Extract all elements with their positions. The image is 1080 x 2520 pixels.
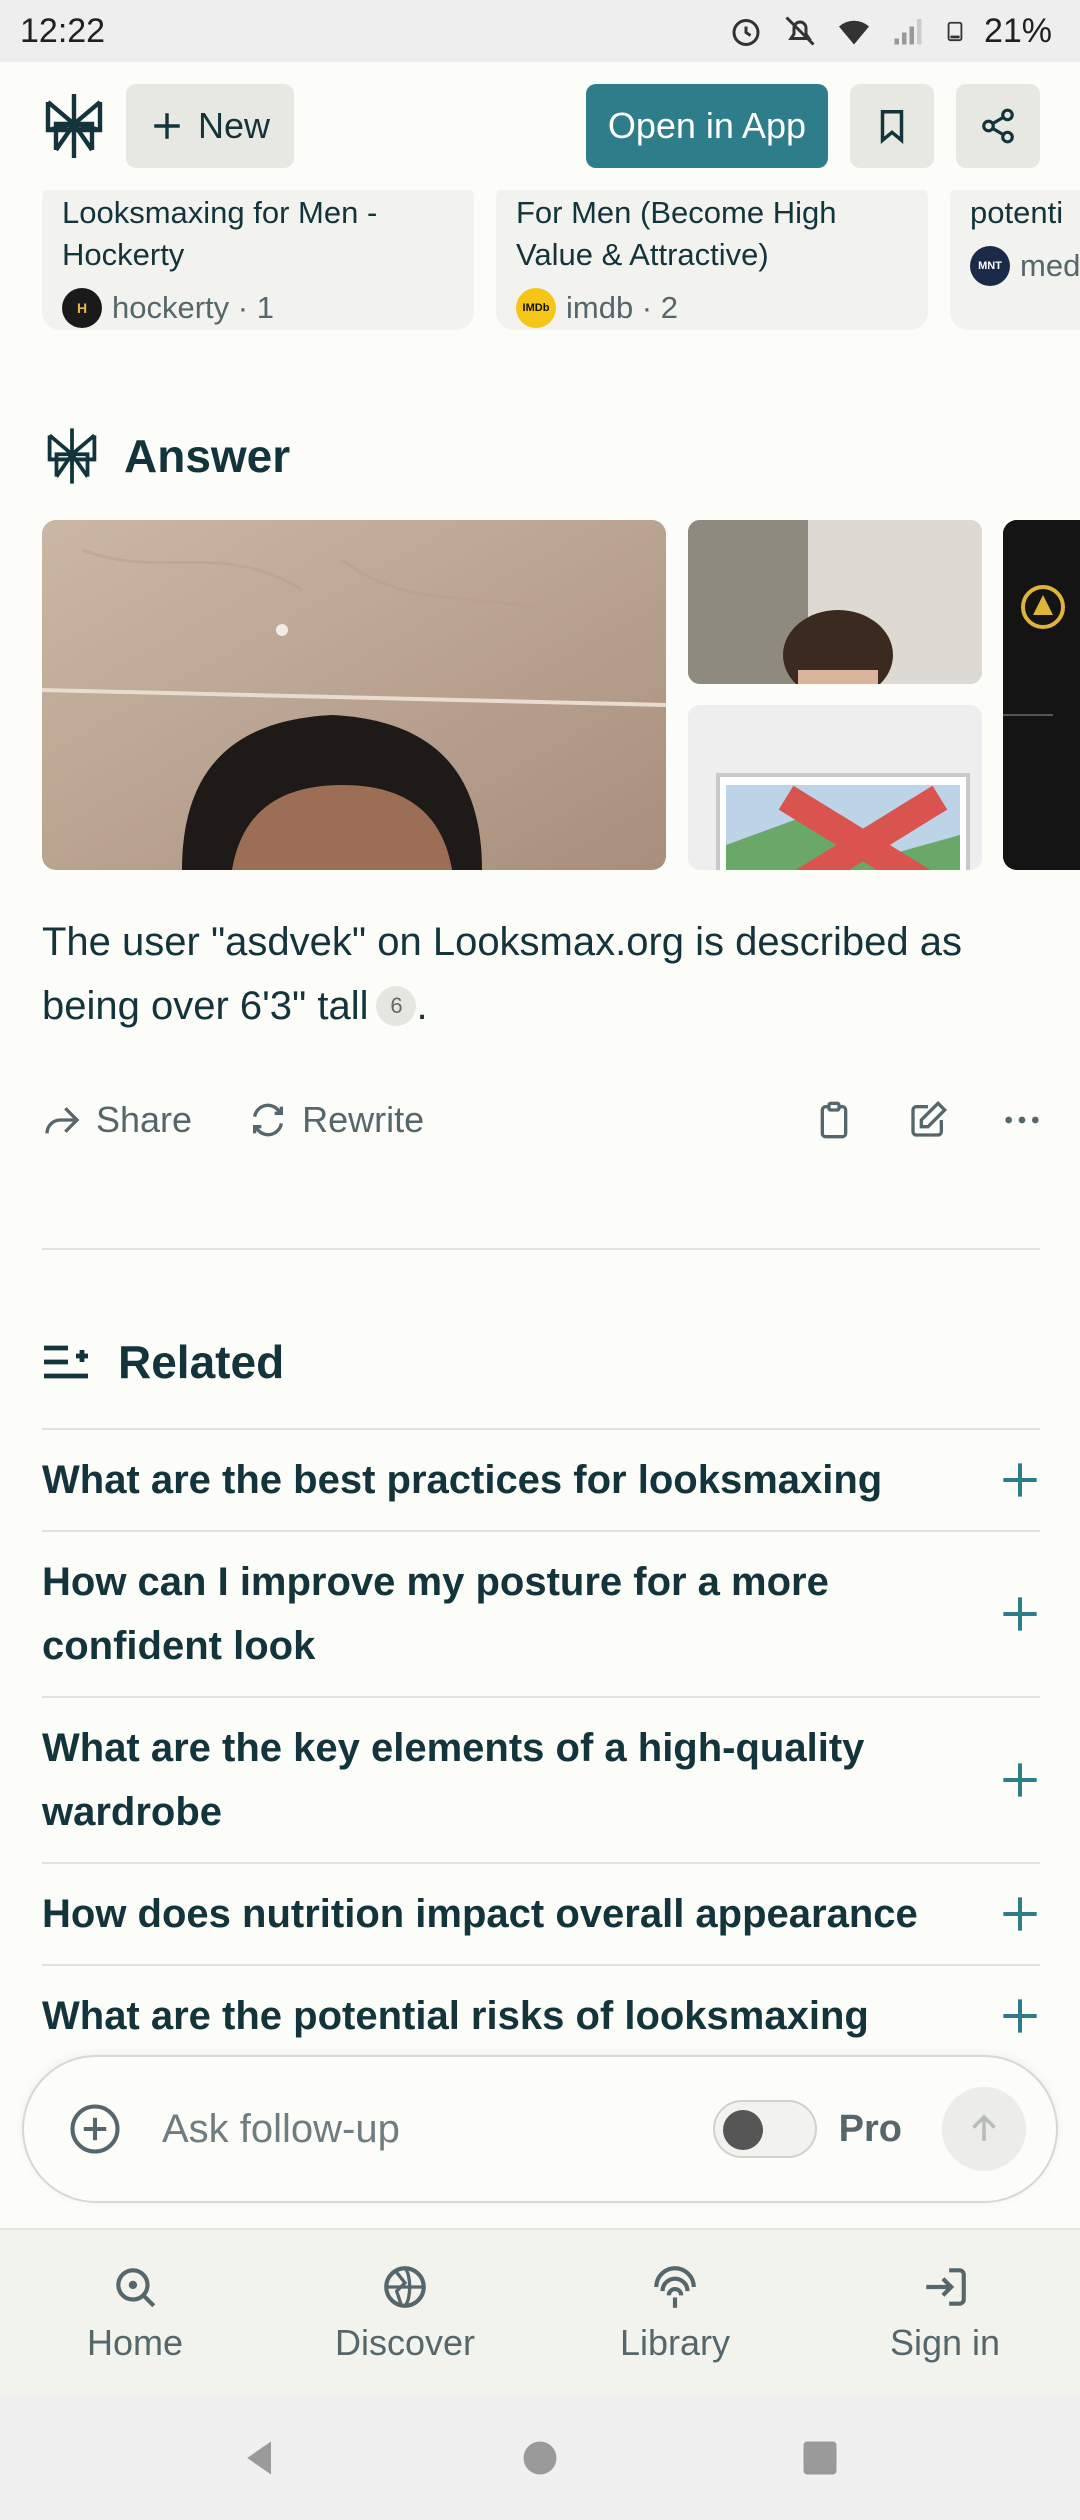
new-button-label: New — [198, 105, 271, 146]
nav-library[interactable]: Library — [575, 2262, 775, 2364]
related-heading: Related — [42, 1335, 284, 1389]
status-bar: 12:22 21% — [0, 0, 1080, 62]
answer-title: Answer — [124, 430, 291, 482]
share-header-button[interactable] — [956, 84, 1040, 168]
answer-actions: Share Rewrite — [42, 1085, 1042, 1155]
answer-image-bottom[interactable] — [688, 705, 982, 870]
related-question: How can I improve my posture for a more … — [42, 1560, 829, 1668]
status-icons: 21% — [728, 12, 1052, 51]
plus-icon — [1003, 1999, 1037, 2033]
mnt-icon: MNT — [970, 246, 1010, 286]
pro-toggle[interactable] — [712, 2100, 817, 2158]
toggle-knob — [722, 2110, 763, 2150]
library-icon — [654, 2266, 696, 2308]
share-nodes-icon — [982, 108, 1014, 144]
followup-bar: Ask follow-up Pro — [22, 2055, 1058, 2203]
nav-library-label: Library — [619, 2322, 731, 2363]
source-card[interactable]: Looksmaxing for Men - Hockerty H hockert… — [42, 190, 474, 330]
related-list-icon — [44, 1345, 88, 1379]
back-icon[interactable] — [238, 2436, 282, 2480]
related-item[interactable]: What are the key elements of a high-qual… — [42, 1696, 1040, 1862]
plus-icon — [154, 113, 180, 139]
rewrite-icon — [253, 1103, 284, 1137]
related-question: What are the best practices for looksmax… — [42, 1458, 883, 1502]
perplexity-logo-icon[interactable] — [40, 90, 108, 162]
arrow-up-icon — [972, 2114, 996, 2141]
related-title: Related — [118, 1336, 285, 1388]
plus-icon — [1003, 1897, 1037, 1931]
related-item[interactable]: How can I improve my posture for a more … — [42, 1530, 1040, 1696]
battery-icon — [947, 21, 963, 42]
plus-icon — [1003, 1597, 1037, 1631]
answer-image-main[interactable] — [42, 520, 666, 870]
source-title: For Men (Become High Value & Attractive) — [516, 195, 837, 272]
source-card[interactable]: For Men (Become High Value & Attractive)… — [496, 190, 928, 330]
nav-signin-label: Sign in — [889, 2322, 1001, 2363]
source-title: potenti — [970, 195, 1064, 230]
plus-icon — [1003, 1763, 1037, 1797]
battery-percent: 21% — [983, 11, 1052, 50]
followup-input[interactable]: Ask follow-up — [162, 2107, 713, 2152]
related-item[interactable]: What are the best practices for looksmax… — [42, 1428, 1040, 1530]
new-thread-button[interactable]: New — [126, 84, 295, 168]
system-nav — [0, 2396, 1080, 2520]
answer-image-top[interactable] — [688, 520, 982, 684]
imdb-icon: IMDb — [516, 288, 556, 328]
plus-icon — [1003, 1463, 1037, 1497]
edit-pencil-icon[interactable] — [908, 1100, 948, 1140]
source-card[interactable]: potenti MNT med — [950, 190, 1080, 330]
perplexity-answer-icon — [47, 428, 97, 484]
nav-signin[interactable]: Sign in — [845, 2262, 1045, 2364]
source-cards: Looksmaxing for Men - Hockerty H hockert… — [0, 190, 1080, 340]
home-search-icon — [116, 2268, 156, 2308]
nav-home[interactable]: Home — [35, 2262, 235, 2364]
wifi-icon — [838, 20, 869, 45]
alarm-icon — [732, 19, 760, 46]
more-options-icon[interactable] — [1002, 1100, 1042, 1140]
related-item[interactable]: What are the potential risks of looksmax… — [42, 1964, 1040, 2066]
send-button[interactable] — [942, 2087, 1026, 2171]
answer-end-punct: . — [416, 984, 428, 1028]
sign-in-icon — [926, 2268, 966, 2306]
add-attachment-icon[interactable] — [68, 2102, 122, 2156]
hockerty-icon: H — [62, 288, 102, 328]
nav-home-label: Home — [86, 2322, 184, 2363]
signal-icon — [894, 19, 922, 45]
nav-discover-label: Discover — [334, 2322, 476, 2363]
related-question: How does nutrition impact overall appear… — [42, 1892, 918, 1936]
source-site: imdb · 2 — [566, 290, 678, 325]
recents-icon[interactable] — [798, 2436, 842, 2480]
related-question: What are the potential risks of looksmax… — [42, 1994, 869, 2038]
related-item[interactable]: How does nutrition impact overall appear… — [42, 1862, 1040, 1964]
app-header: New Open in App — [0, 62, 1080, 190]
home-circle-icon[interactable] — [518, 2436, 562, 2480]
rewrite-button[interactable]: Rewrite — [248, 1099, 424, 1141]
answer-heading: Answer — [42, 425, 290, 487]
source-site: med — [1020, 248, 1080, 283]
copy-clipboard-icon[interactable] — [814, 1100, 854, 1140]
related-question: What are the key elements of a high-qual… — [42, 1726, 865, 1834]
bookmark-icon — [880, 110, 904, 144]
answer-text: The user "asdvek" on Looksmax.org is des… — [42, 910, 1042, 1038]
nav-discover[interactable]: Discover — [305, 2262, 505, 2364]
citation-badge[interactable]: 6 — [376, 986, 417, 1026]
answer-image-side[interactable] — [1003, 520, 1080, 870]
bottom-nav: Home Discover Library Sign in — [0, 2228, 1080, 2396]
related-list: What are the best practices for looksmax… — [42, 1428, 1040, 2066]
share-label: Share — [96, 1099, 193, 1140]
answer-body: The user "asdvek" on Looksmax.org is des… — [42, 920, 962, 1028]
rewrite-label: Rewrite — [302, 1099, 425, 1140]
status-time: 12:22 — [20, 11, 106, 50]
globe-icon — [384, 2266, 426, 2308]
bookmark-button[interactable] — [850, 84, 934, 168]
open-in-app-button[interactable]: Open in App — [585, 84, 828, 168]
pro-label: Pro — [838, 2107, 902, 2150]
source-site: hockerty · 1 — [112, 290, 274, 325]
mute-icon — [785, 16, 815, 46]
share-button[interactable]: Share — [42, 1099, 192, 1141]
source-title: Looksmaxing for Men - Hockerty — [62, 195, 378, 272]
share-arrow-icon — [45, 1107, 80, 1134]
section-divider — [42, 1248, 1040, 1250]
